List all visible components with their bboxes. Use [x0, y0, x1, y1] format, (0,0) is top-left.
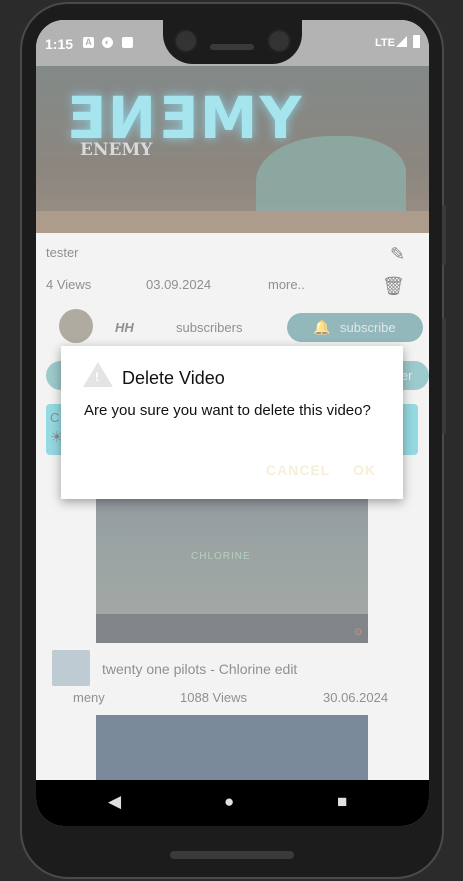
battery-icon [413, 35, 420, 48]
delete-video-dialog: ! Delete Video Are you sure you want to … [61, 346, 403, 499]
sync-icon: ◐ [102, 37, 113, 48]
system-nav-bar: ◀ ● ■ [36, 780, 429, 826]
dialog-message: Are you sure you want to delete this vid… [84, 402, 371, 419]
a-icon: A [83, 37, 94, 48]
dialog-title: Delete Video [122, 368, 225, 388]
network-label: LTE [375, 37, 395, 49]
power-button [442, 318, 446, 434]
status-time: 1:15 [45, 36, 74, 52]
home-icon[interactable]: ● [224, 792, 234, 812]
screen: 1:15 A ◐ LTE ƎИƎMY ENEMY tester ✎ 4 View… [36, 20, 429, 826]
back-icon[interactable]: ◀ [108, 792, 121, 812]
front-camera-left [174, 29, 198, 53]
phone-bottom-speaker [170, 851, 294, 859]
signal-icon [396, 36, 407, 47]
volume-button [442, 205, 446, 265]
ok-button[interactable]: OK [353, 462, 376, 478]
camera-notch [163, 20, 302, 64]
cancel-button[interactable]: CANCEL [266, 462, 330, 478]
front-camera-right [267, 29, 291, 53]
earpiece-speaker [210, 44, 254, 50]
sd-card-icon [122, 37, 133, 48]
recents-icon[interactable]: ■ [337, 792, 347, 812]
warning-mark: ! [95, 370, 99, 384]
